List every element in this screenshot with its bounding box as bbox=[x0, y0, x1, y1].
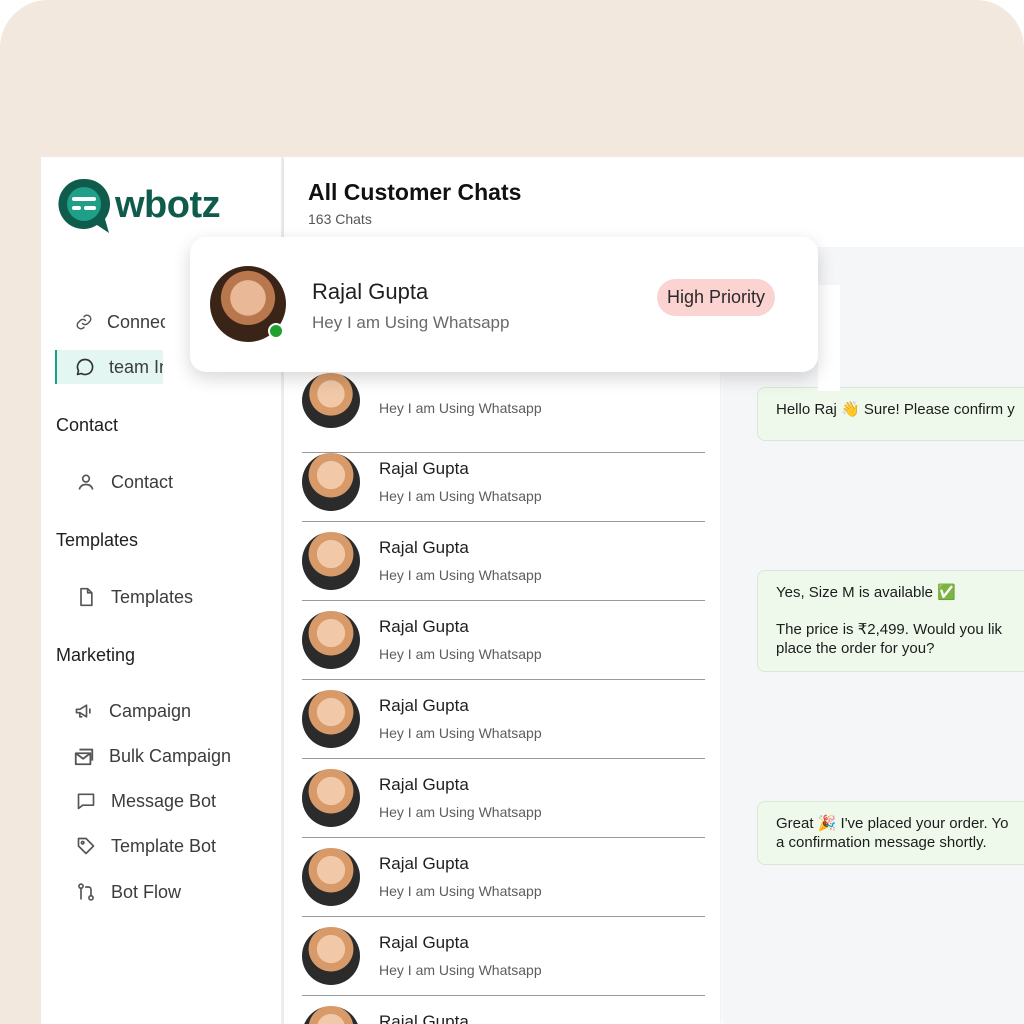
brand-logo[interactable]: wbotz bbox=[55, 175, 221, 235]
sidebar-item-template-bot[interactable]: Template Bot bbox=[75, 835, 216, 857]
sidebar-item-connect[interactable]: Connect bbox=[75, 311, 165, 333]
chat-preview: Hey I am Using Whatsapp bbox=[379, 646, 542, 662]
chat-preview: Hey I am Using Whatsapp bbox=[379, 725, 542, 741]
sidebar-item-campaign[interactable]: Campaign bbox=[73, 700, 191, 722]
online-status-dot bbox=[268, 323, 284, 339]
flow-icon bbox=[75, 881, 97, 903]
brand-name: wbotz bbox=[115, 183, 221, 226]
section-title-templates: Templates bbox=[56, 530, 139, 550]
contact-name: Rajal Gupta bbox=[379, 854, 469, 873]
file-icon bbox=[75, 586, 97, 608]
megaphone-icon bbox=[73, 700, 95, 722]
message-line: Yes, Size M is available ✅ bbox=[776, 584, 956, 601]
message-line: The price is ₹2,499. Would you lik bbox=[776, 621, 1003, 638]
tag-icon bbox=[75, 835, 97, 857]
avatar bbox=[302, 927, 360, 985]
avatar bbox=[302, 769, 360, 827]
chat-list-item[interactable]: Rajal Gupta Hey I am Using Whatsapp bbox=[302, 917, 705, 996]
sidebar-item-templates[interactable]: Templates bbox=[75, 586, 193, 608]
priority-badge: High Priority bbox=[657, 279, 776, 316]
contact-name: Rajal Gupta bbox=[379, 538, 469, 557]
sidebar-item-label: Contact bbox=[111, 471, 174, 492]
contact-name: Rajal Gupta bbox=[379, 459, 469, 478]
chat-list-item[interactable]: Rajal Gupta Hey I am Using Whatsapp bbox=[302, 443, 705, 522]
logo-chat-icon bbox=[55, 175, 113, 235]
page-title: All Customer Chats bbox=[308, 179, 522, 205]
sidebar-item-label: Bulk Campaign bbox=[109, 745, 232, 766]
sidebar-item-label: Bot Flow bbox=[111, 881, 182, 902]
user-icon bbox=[75, 471, 97, 493]
sidebar-item-label: Connect bbox=[107, 311, 165, 332]
sidebar-item-label: team Inbox bbox=[109, 356, 163, 377]
chat-bubble-icon bbox=[75, 356, 95, 378]
message-line: a confirmation message shortly. bbox=[776, 834, 987, 851]
chat-count: 163 Chats bbox=[308, 211, 372, 227]
chat-preview: Hey I am Using Whatsapp bbox=[379, 488, 542, 504]
chat-list-item[interactable]: Rajal Gupta Hey I am Using Whatsapp bbox=[302, 601, 705, 680]
featured-chat-card[interactable]: Rajal Gupta Hey I am Using Whatsapp High… bbox=[190, 237, 818, 372]
avatar bbox=[302, 690, 360, 748]
sidebar-item-label: Template Bot bbox=[111, 835, 217, 856]
chat-preview: Hey I am Using Whatsapp bbox=[379, 400, 542, 416]
section-title-marketing: Marketing bbox=[56, 645, 136, 665]
chat-preview: Hey I am Using Whatsapp bbox=[379, 567, 542, 583]
chat-preview: Hey I am Using Whatsapp bbox=[379, 883, 542, 899]
sidebar-item-contact[interactable]: Contact bbox=[75, 471, 173, 493]
sidebar-item-team-inbox[interactable]: team Inbox bbox=[55, 350, 163, 384]
contact-name: Rajal Gupta bbox=[379, 933, 469, 952]
sidebar-item-bulk-campaign[interactable]: Bulk Campaign bbox=[73, 745, 231, 767]
avatar bbox=[302, 1006, 360, 1024]
chat-list-item[interactable]: Rajal Gupta Hey I am Using Whatsapp bbox=[302, 522, 705, 601]
message-square-icon bbox=[75, 790, 97, 812]
section-title-contact: Contact bbox=[56, 415, 119, 435]
contact-name: Rajal Gupta bbox=[379, 617, 469, 636]
sidebar-item-message-bot[interactable]: Message Bot bbox=[75, 790, 216, 812]
sidebar-item-label: Campaign bbox=[109, 700, 192, 721]
message-bubble: Great 🎉 I've placed your order. Yo a con… bbox=[757, 801, 1024, 865]
contact-name: Rajal Gupta bbox=[312, 279, 429, 304]
contact-name: Rajal Gupta bbox=[379, 1012, 469, 1024]
message-bubble: Hello Raj 👋 Sure! Please confirm y bbox=[757, 387, 1024, 441]
sidebar-item-label: Message Bot bbox=[111, 790, 217, 811]
contact-name: Rajal Gupta bbox=[379, 775, 469, 794]
sidebar-item-label: Templates bbox=[111, 586, 194, 607]
card-backdrop bbox=[818, 285, 840, 391]
chat-list-item[interactable]: Hey I am Using Whatsapp bbox=[302, 373, 705, 453]
contact-name: Rajal Gupta bbox=[379, 696, 469, 715]
avatar bbox=[302, 453, 360, 511]
page-header: All Customer Chats 163 Chats bbox=[284, 157, 1024, 247]
avatar bbox=[302, 611, 360, 669]
avatar bbox=[302, 373, 360, 428]
avatar bbox=[302, 532, 360, 590]
sidebar-item-bot-flow[interactable]: Bot Flow bbox=[75, 881, 181, 903]
message-line: Hello Raj 👋 Sure! Please confirm y bbox=[776, 401, 1015, 418]
chat-preview: Hey I am Using Whatsapp bbox=[379, 804, 542, 820]
chat-list-item[interactable]: Rajal Gupta Hey I am Using Whatsapp bbox=[302, 838, 705, 917]
chat-list-item[interactable]: Rajal Gupta Hey I am Using Whatsapp bbox=[302, 680, 705, 759]
message-line: place the order for you? bbox=[776, 640, 935, 657]
chat-preview: Hey I am Using Whatsapp bbox=[312, 313, 510, 332]
message-line: Great 🎉 I've placed your order. Yo bbox=[776, 815, 1009, 832]
bulk-mail-icon bbox=[73, 745, 95, 767]
avatar bbox=[302, 848, 360, 906]
message-bubble: Yes, Size M is available ✅ The price is … bbox=[757, 570, 1024, 672]
chat-preview: Hey I am Using Whatsapp bbox=[379, 962, 542, 978]
chat-list-item[interactable]: Rajal Gupta bbox=[302, 996, 705, 1024]
link-icon bbox=[75, 311, 93, 333]
chat-list-item[interactable]: Rajal Gupta Hey I am Using Whatsapp bbox=[302, 759, 705, 838]
